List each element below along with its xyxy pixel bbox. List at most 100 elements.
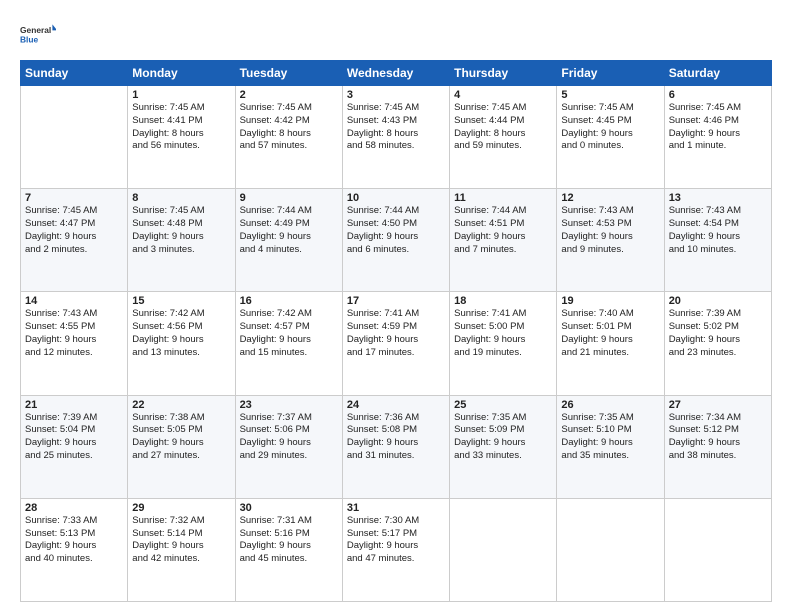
calendar-cell: 26Sunrise: 7:35 AMSunset: 5:10 PMDayligh… — [557, 395, 664, 498]
day-info: Sunrise: 7:45 AM — [347, 102, 445, 115]
day-number: 19 — [561, 295, 659, 307]
day-info: Sunset: 5:08 PM — [347, 424, 445, 437]
calendar-cell: 25Sunrise: 7:35 AMSunset: 5:09 PMDayligh… — [450, 395, 557, 498]
day-info: Daylight: 9 hours — [454, 231, 552, 244]
day-info: Sunset: 5:04 PM — [25, 424, 123, 437]
day-header-saturday: Saturday — [664, 61, 771, 86]
calendar-cell: 8Sunrise: 7:45 AMSunset: 4:48 PMDaylight… — [128, 189, 235, 292]
day-number: 30 — [240, 502, 338, 514]
calendar-cell: 10Sunrise: 7:44 AMSunset: 4:50 PMDayligh… — [342, 189, 449, 292]
day-info: and 9 minutes. — [561, 244, 659, 257]
day-number: 3 — [347, 89, 445, 101]
calendar-cell: 19Sunrise: 7:40 AMSunset: 5:01 PMDayligh… — [557, 292, 664, 395]
svg-text:General: General — [20, 25, 51, 35]
day-info: Sunrise: 7:43 AM — [561, 205, 659, 218]
day-info: Daylight: 9 hours — [669, 231, 767, 244]
day-info: Sunset: 5:12 PM — [669, 424, 767, 437]
day-info: Sunrise: 7:35 AM — [561, 412, 659, 425]
calendar-cell: 3Sunrise: 7:45 AMSunset: 4:43 PMDaylight… — [342, 86, 449, 189]
day-info: Sunrise: 7:36 AM — [347, 412, 445, 425]
calendar-cell: 9Sunrise: 7:44 AMSunset: 4:49 PMDaylight… — [235, 189, 342, 292]
day-info: Daylight: 9 hours — [25, 334, 123, 347]
calendar-cell: 20Sunrise: 7:39 AMSunset: 5:02 PMDayligh… — [664, 292, 771, 395]
calendar-cell: 22Sunrise: 7:38 AMSunset: 5:05 PMDayligh… — [128, 395, 235, 498]
day-number: 15 — [132, 295, 230, 307]
calendar-cell: 21Sunrise: 7:39 AMSunset: 5:04 PMDayligh… — [21, 395, 128, 498]
day-info: Sunset: 4:44 PM — [454, 115, 552, 128]
day-info: Sunrise: 7:44 AM — [454, 205, 552, 218]
day-info: and 35 minutes. — [561, 450, 659, 463]
day-info: Sunrise: 7:39 AM — [669, 308, 767, 321]
day-info: Sunset: 4:59 PM — [347, 321, 445, 334]
day-info: and 7 minutes. — [454, 244, 552, 257]
day-info: Sunrise: 7:33 AM — [25, 515, 123, 528]
day-info: Sunset: 4:41 PM — [132, 115, 230, 128]
day-header-monday: Monday — [128, 61, 235, 86]
day-info: and 4 minutes. — [240, 244, 338, 257]
calendar-header-row: SundayMondayTuesdayWednesdayThursdayFrid… — [21, 61, 772, 86]
day-info: Sunrise: 7:40 AM — [561, 308, 659, 321]
day-number: 20 — [669, 295, 767, 307]
day-info: Sunrise: 7:32 AM — [132, 515, 230, 528]
calendar: SundayMondayTuesdayWednesdayThursdayFrid… — [20, 60, 772, 602]
day-info: and 58 minutes. — [347, 140, 445, 153]
day-info: Sunset: 5:14 PM — [132, 528, 230, 541]
day-info: Daylight: 9 hours — [132, 231, 230, 244]
calendar-cell: 12Sunrise: 7:43 AMSunset: 4:53 PMDayligh… — [557, 189, 664, 292]
day-info: and 27 minutes. — [132, 450, 230, 463]
day-info: and 25 minutes. — [25, 450, 123, 463]
day-info: Daylight: 9 hours — [669, 437, 767, 450]
calendar-cell — [450, 498, 557, 601]
day-info: Sunrise: 7:30 AM — [347, 515, 445, 528]
day-number: 4 — [454, 89, 552, 101]
day-info: and 38 minutes. — [669, 450, 767, 463]
calendar-cell: 11Sunrise: 7:44 AMSunset: 4:51 PMDayligh… — [450, 189, 557, 292]
day-info: Daylight: 9 hours — [240, 540, 338, 553]
day-info: Daylight: 8 hours — [454, 128, 552, 141]
day-number: 17 — [347, 295, 445, 307]
day-info: and 42 minutes. — [132, 553, 230, 566]
calendar-cell: 4Sunrise: 7:45 AMSunset: 4:44 PMDaylight… — [450, 86, 557, 189]
day-info: Sunrise: 7:44 AM — [240, 205, 338, 218]
calendar-cell: 14Sunrise: 7:43 AMSunset: 4:55 PMDayligh… — [21, 292, 128, 395]
day-info: Sunrise: 7:45 AM — [240, 102, 338, 115]
day-info: and 2 minutes. — [25, 244, 123, 257]
day-info: Daylight: 9 hours — [669, 128, 767, 141]
day-info: Sunrise: 7:31 AM — [240, 515, 338, 528]
day-info: Sunset: 4:49 PM — [240, 218, 338, 231]
day-info: and 45 minutes. — [240, 553, 338, 566]
calendar-cell: 30Sunrise: 7:31 AMSunset: 5:16 PMDayligh… — [235, 498, 342, 601]
day-info: Daylight: 9 hours — [25, 540, 123, 553]
day-number: 8 — [132, 192, 230, 204]
day-header-sunday: Sunday — [21, 61, 128, 86]
day-number: 28 — [25, 502, 123, 514]
calendar-week-1: 1Sunrise: 7:45 AMSunset: 4:41 PMDaylight… — [21, 86, 772, 189]
day-info: Sunset: 4:50 PM — [347, 218, 445, 231]
day-header-thursday: Thursday — [450, 61, 557, 86]
day-info: Sunrise: 7:38 AM — [132, 412, 230, 425]
day-header-wednesday: Wednesday — [342, 61, 449, 86]
day-info: Sunset: 5:13 PM — [25, 528, 123, 541]
day-info: Sunset: 5:06 PM — [240, 424, 338, 437]
calendar-cell: 16Sunrise: 7:42 AMSunset: 4:57 PMDayligh… — [235, 292, 342, 395]
calendar-cell: 23Sunrise: 7:37 AMSunset: 5:06 PMDayligh… — [235, 395, 342, 498]
calendar-cell: 29Sunrise: 7:32 AMSunset: 5:14 PMDayligh… — [128, 498, 235, 601]
day-number: 31 — [347, 502, 445, 514]
day-number: 13 — [669, 192, 767, 204]
day-info: Sunset: 4:56 PM — [132, 321, 230, 334]
calendar-cell: 2Sunrise: 7:45 AMSunset: 4:42 PMDaylight… — [235, 86, 342, 189]
calendar-cell — [664, 498, 771, 601]
calendar-cell: 31Sunrise: 7:30 AMSunset: 5:17 PMDayligh… — [342, 498, 449, 601]
day-info: and 15 minutes. — [240, 347, 338, 360]
day-info: Daylight: 9 hours — [240, 437, 338, 450]
day-info: and 3 minutes. — [132, 244, 230, 257]
day-info: Sunrise: 7:34 AM — [669, 412, 767, 425]
calendar-cell: 15Sunrise: 7:42 AMSunset: 4:56 PMDayligh… — [128, 292, 235, 395]
calendar-cell: 28Sunrise: 7:33 AMSunset: 5:13 PMDayligh… — [21, 498, 128, 601]
day-info: and 56 minutes. — [132, 140, 230, 153]
day-info: and 21 minutes. — [561, 347, 659, 360]
calendar-cell: 13Sunrise: 7:43 AMSunset: 4:54 PMDayligh… — [664, 189, 771, 292]
day-info: Daylight: 9 hours — [347, 231, 445, 244]
day-info: Daylight: 9 hours — [25, 231, 123, 244]
day-info: Sunrise: 7:35 AM — [454, 412, 552, 425]
